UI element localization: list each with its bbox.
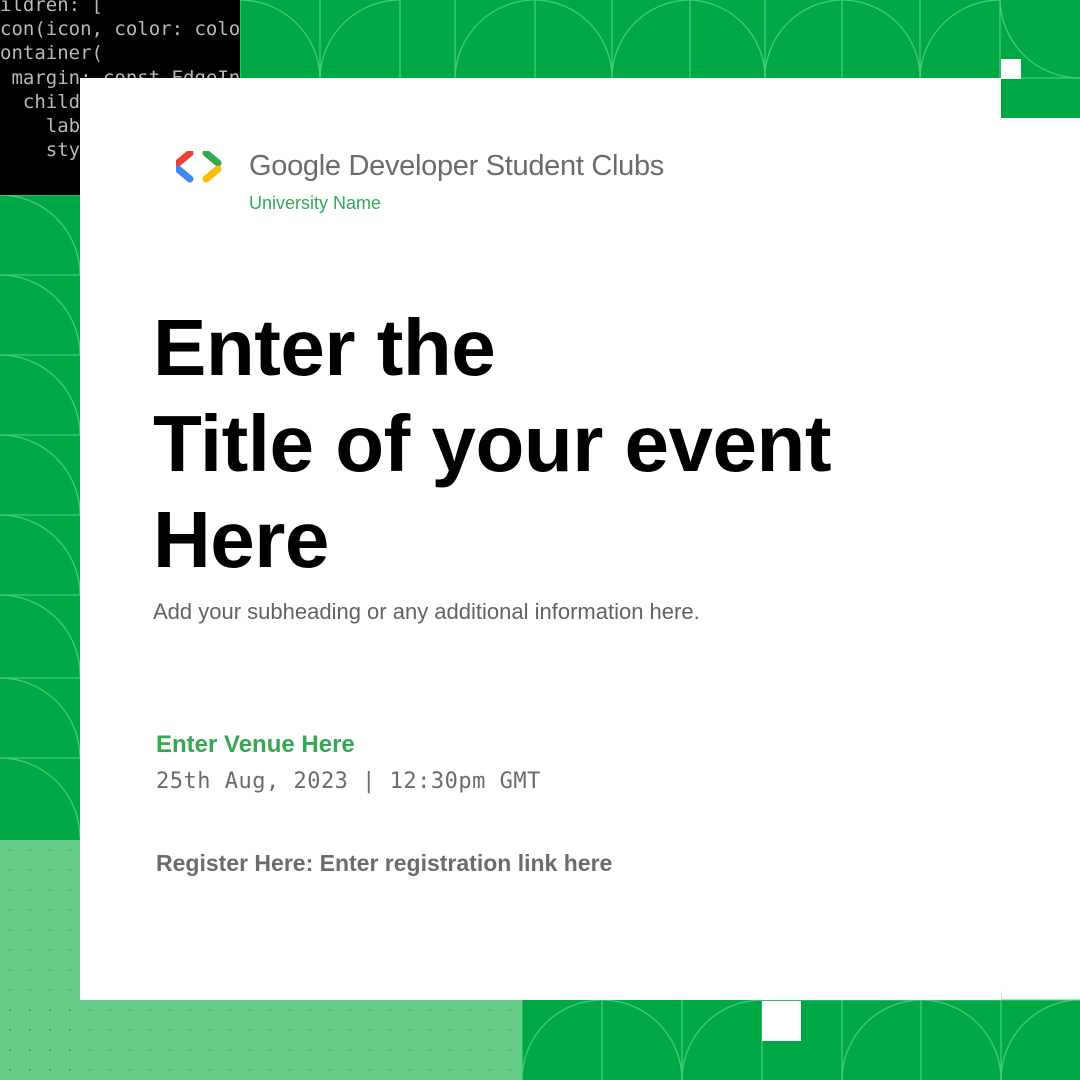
event-title-line: Enter the <box>153 303 496 392</box>
university-name: University Name <box>249 193 382 213</box>
code-line: ildren: [ <box>0 0 103 16</box>
content-card: Google Developer Student Clubs Universit… <box>80 78 1001 1000</box>
event-title-line: Here <box>153 495 329 584</box>
logo-name: Google Developer Student Clubs <box>249 150 664 182</box>
event-title-line: Title of your event <box>153 399 832 488</box>
event-subheading: Add your subheading or any additional in… <box>153 599 700 624</box>
event-venue: Enter Venue Here <box>156 731 355 758</box>
gdsc-logo: Google Developer Student Clubs <box>176 150 664 183</box>
code-line: con(icon, color: color <box>0 18 240 41</box>
gdsc-brackets-icon <box>176 150 222 182</box>
event-datetime: 25th Aug, 2023 | 12:30pm GMT <box>156 769 541 794</box>
event-poster: ildren: [ con(icon, color: color ontaine… <box>0 0 1080 1080</box>
white-square-top-right <box>1001 59 1021 79</box>
code-line: ontainer( <box>0 42 103 65</box>
registration-link[interactable]: Register Here: Enter registration link h… <box>156 850 612 877</box>
event-title: Enter the Title of your event Here <box>153 300 953 588</box>
white-square-bottom <box>762 1001 801 1041</box>
